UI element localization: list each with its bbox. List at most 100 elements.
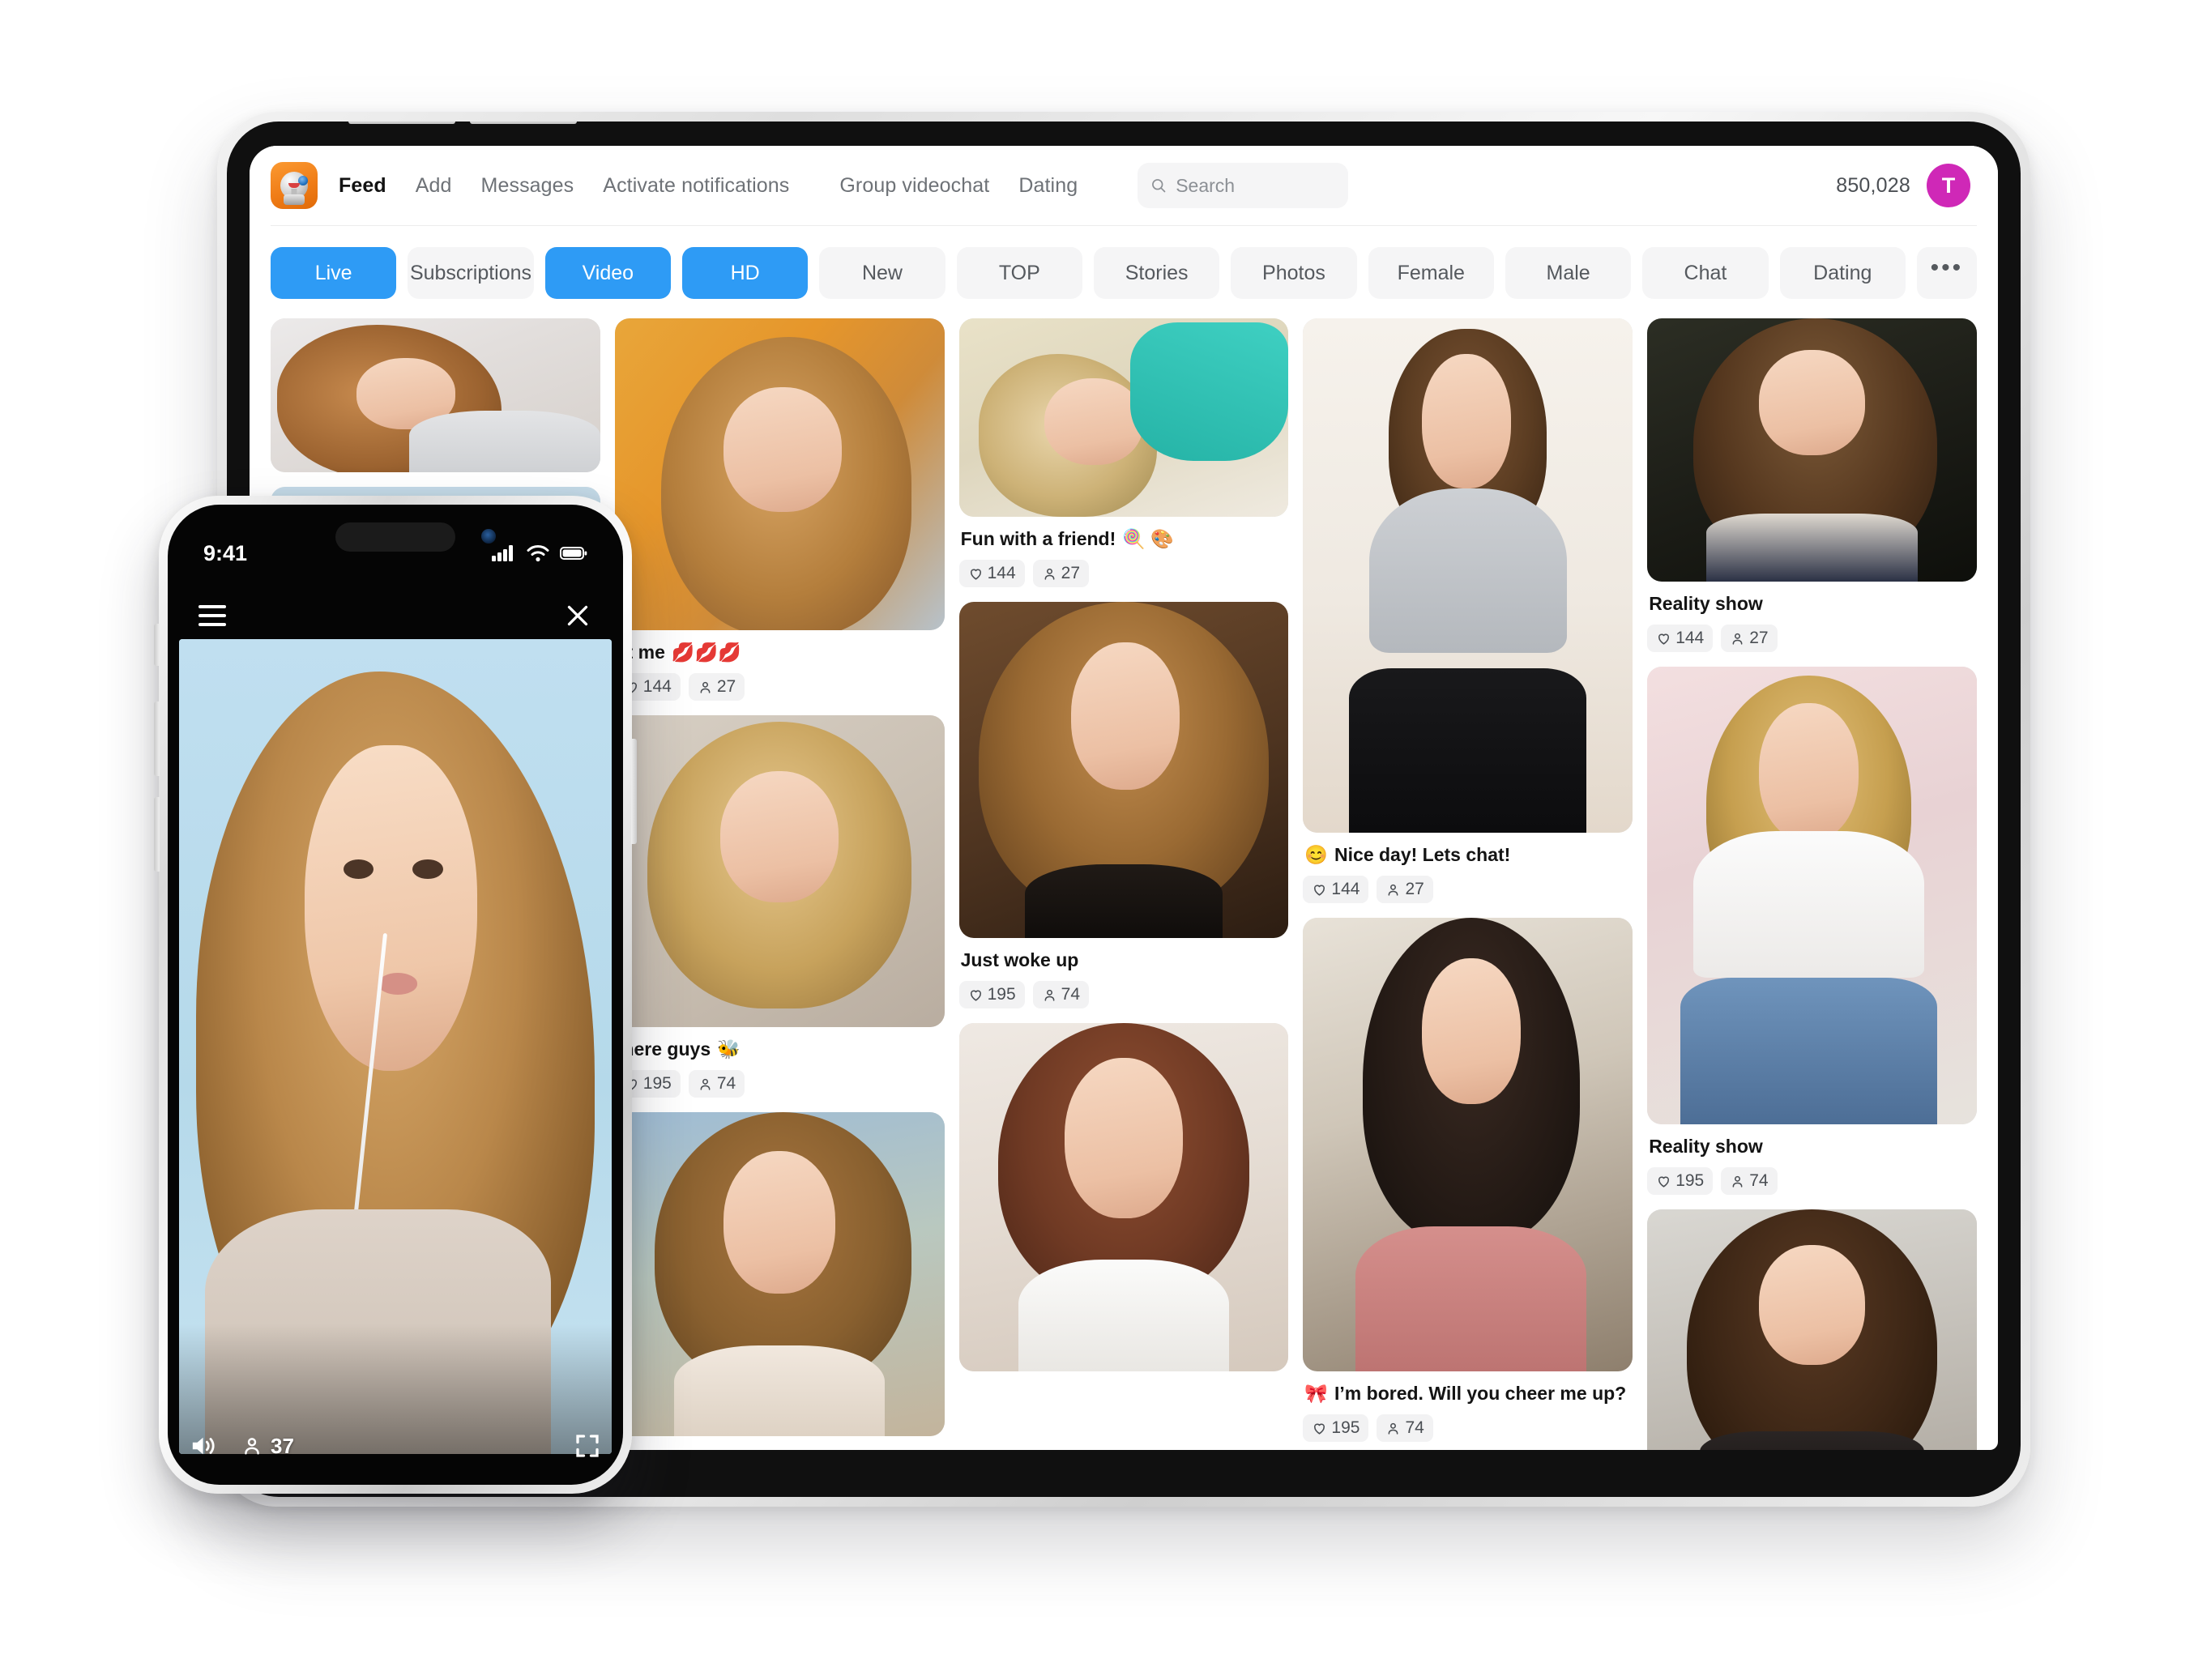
viewers-stat: 74 xyxy=(1377,1414,1433,1442)
filter-chip-male[interactable]: Male xyxy=(1505,247,1632,299)
nav-item-activate-notifications[interactable]: Activate notifications xyxy=(603,169,789,203)
search-input[interactable] xyxy=(1176,174,1336,197)
filter-chip-subscriptions[interactable]: Subscriptions xyxy=(408,247,534,299)
card-thumbnail[interactable] xyxy=(958,602,1289,938)
filter-chip-photos[interactable]: Photos xyxy=(1231,247,1357,299)
feed-card[interactable]: Just woke up 195 74 xyxy=(958,602,1289,1008)
card-title: Nice day! Lets chat! xyxy=(1334,844,1511,865)
likes-count: 195 xyxy=(987,985,1016,1004)
feed-card[interactable]: 😊 Nice day! Lets chat! 144 27 xyxy=(1303,318,1633,903)
feed-card[interactable]: there guys 🐝 195 74 xyxy=(614,715,945,1098)
filter-chip-female[interactable]: Female xyxy=(1368,247,1494,299)
filter-chip-live[interactable]: Live xyxy=(271,247,397,299)
heart-icon xyxy=(970,989,981,1001)
card-title-row: 😊 Nice day! Lets chat! xyxy=(1304,844,1633,866)
close-icon[interactable] xyxy=(563,601,592,630)
card-stats: 144 27 xyxy=(1647,625,1977,652)
speaker-on-icon[interactable] xyxy=(189,1432,220,1460)
feed-card[interactable]: Reality show 144 27 xyxy=(1647,318,1977,652)
search-icon xyxy=(1152,179,1166,193)
filter-chip-dating[interactable]: Dating xyxy=(1779,247,1906,299)
thumbnail-art xyxy=(958,318,1289,517)
card-stats: 144 27 xyxy=(958,560,1289,587)
card-thumbnail[interactable] xyxy=(958,318,1289,517)
card-title: Reality show xyxy=(1649,593,1763,614)
person-icon xyxy=(1732,1175,1743,1188)
nav-item-feed[interactable]: Feed xyxy=(339,169,386,203)
likes-count: 144 xyxy=(1675,629,1705,647)
filter-chip-top[interactable]: TOP xyxy=(956,247,1082,299)
card-thumbnail[interactable] xyxy=(614,318,945,630)
webcam-app-logo-icon[interactable] xyxy=(271,162,318,209)
fullscreen-icon[interactable] xyxy=(573,1431,602,1460)
nav-item-messages[interactable]: Messages xyxy=(481,169,574,203)
thumbnail-art xyxy=(1647,1209,1977,1450)
person-icon xyxy=(1732,633,1743,645)
feed-card[interactable] xyxy=(271,318,600,472)
card-thumbnail[interactable] xyxy=(958,1023,1289,1371)
search-box[interactable] xyxy=(1138,163,1349,208)
likes-stat: 195 xyxy=(1303,1414,1369,1442)
thumbnail-art xyxy=(1303,918,1633,1371)
filter-chip-hd[interactable]: HD xyxy=(681,247,809,299)
card-thumbnail[interactable] xyxy=(1303,918,1633,1371)
feed-card[interactable] xyxy=(1647,1209,1977,1450)
card-thumbnail[interactable] xyxy=(271,318,600,472)
viewers-stat: 74 xyxy=(1032,981,1089,1008)
phone-volume-down-button[interactable] xyxy=(154,797,160,872)
nav-item-add[interactable]: Add xyxy=(416,169,452,203)
person-icon xyxy=(700,1078,711,1090)
card-title: Reality show xyxy=(1649,1136,1763,1157)
card-thumbnail[interactable] xyxy=(1647,667,1977,1124)
viewers-stat: 27 xyxy=(1721,625,1778,652)
avatar[interactable]: T xyxy=(1927,164,1970,207)
nav-item-dating[interactable]: Dating xyxy=(1018,169,1078,203)
stream-viewer-count-group: 37 xyxy=(241,1434,294,1459)
phone-silent-switch[interactable] xyxy=(154,624,160,666)
filter-chip-new[interactable]: New xyxy=(819,247,945,299)
filter-more-button[interactable]: ••• xyxy=(1916,247,1977,299)
token-balance: 850,028 xyxy=(1836,173,1910,197)
thumbnail-art xyxy=(614,1112,945,1436)
tablet-volume-down-button[interactable] xyxy=(470,122,577,124)
hamburger-menu-icon[interactable] xyxy=(198,605,226,626)
phone-overlay-topbar xyxy=(168,591,623,641)
phone-home-indicator xyxy=(322,1475,468,1480)
nav-item-group-videochat[interactable]: Group videochat xyxy=(839,169,989,203)
card-title-row: Fun with a friend! 🍭 🎨 xyxy=(961,528,1289,550)
filter-chip-chat[interactable]: Chat xyxy=(1642,247,1769,299)
feed-card[interactable]: st me 💋💋💋 144 27 xyxy=(614,318,945,701)
heart-icon xyxy=(1658,1175,1670,1188)
filter-chip-stories[interactable]: Stories xyxy=(1093,247,1220,299)
heart-icon xyxy=(1314,1422,1325,1435)
phone-stream-controls: 37 xyxy=(168,1420,623,1472)
screenshot-stage: Feed Add Messages Activate notifications… xyxy=(0,0,2194,1680)
live-stream-video[interactable] xyxy=(179,639,612,1454)
feed-card[interactable]: 🎀 I’m bored. Will you cheer me up? 195 7… xyxy=(1303,918,1633,1442)
card-thumbnail[interactable] xyxy=(1303,318,1633,833)
viewers-count: 27 xyxy=(716,677,736,696)
card-thumbnail[interactable] xyxy=(1647,318,1977,582)
phone-power-button[interactable] xyxy=(631,739,637,844)
thumbnail-art xyxy=(614,715,945,1027)
card-title-emoji: 🎀 xyxy=(1304,1383,1329,1404)
feed-card[interactable]: Fun with a friend! 🍭 🎨 144 27 xyxy=(958,318,1289,587)
card-thumbnail[interactable] xyxy=(1647,1209,1977,1450)
card-title-row: st me 💋💋💋 xyxy=(617,642,945,663)
filter-chip-video[interactable]: Video xyxy=(544,247,671,299)
feed-card[interactable] xyxy=(958,1023,1289,1371)
card-title-row: 🎀 I’m bored. Will you cheer me up? xyxy=(1304,1383,1633,1405)
phone-volume-up-button[interactable] xyxy=(154,701,160,776)
feed-card[interactable]: Reality show 195 74 xyxy=(1647,667,1977,1195)
likes-stat: 195 xyxy=(958,981,1025,1008)
card-thumbnail[interactable] xyxy=(614,1112,945,1436)
likes-count: 195 xyxy=(642,1074,672,1093)
card-thumbnail[interactable] xyxy=(614,715,945,1027)
card-title-row: Reality show xyxy=(1649,1136,1977,1158)
viewers-stat: 74 xyxy=(1721,1167,1778,1195)
viewers-stat: 27 xyxy=(1032,560,1089,587)
feed-card[interactable] xyxy=(614,1112,945,1436)
thumbnail-art xyxy=(614,318,945,630)
likes-count: 195 xyxy=(1675,1171,1705,1190)
tablet-volume-up-button[interactable] xyxy=(348,122,455,124)
